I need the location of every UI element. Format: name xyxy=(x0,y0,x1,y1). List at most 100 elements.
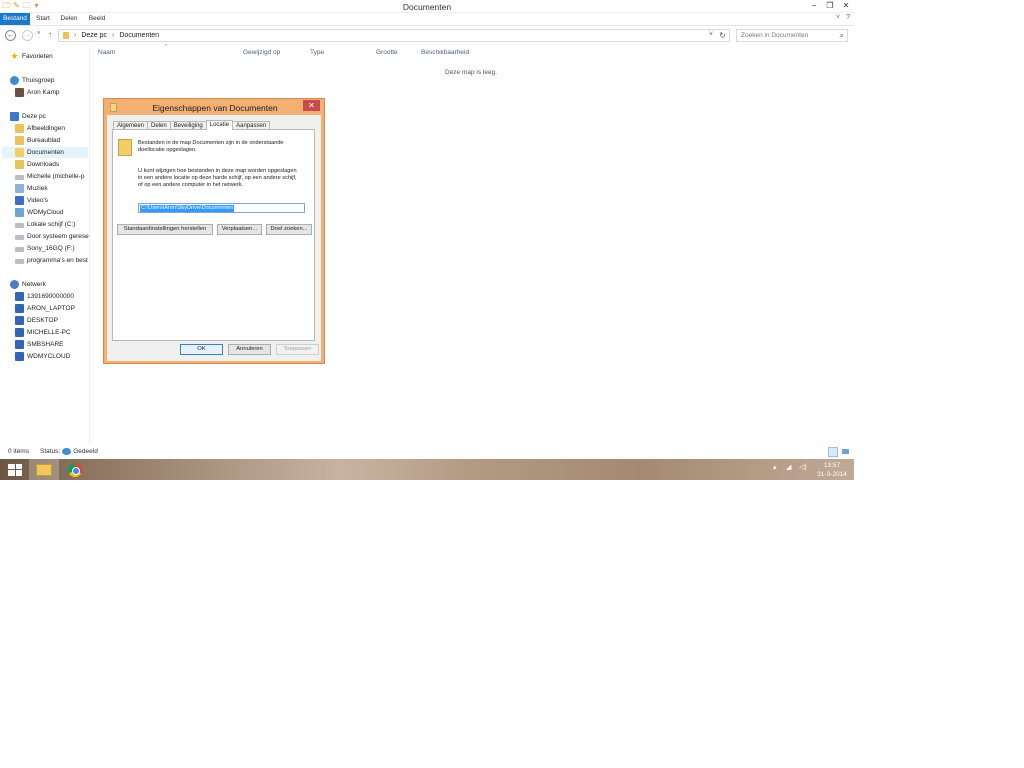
computer-icon xyxy=(15,316,24,325)
folder-icon xyxy=(63,32,69,39)
nav-label: Lokale schijf (C:) xyxy=(27,221,76,228)
star-icon: ★ xyxy=(10,51,19,61)
tab-home[interactable]: Start xyxy=(34,13,52,25)
nav-network-computer[interactable]: 1391690000000 xyxy=(15,291,74,302)
status-value: Gedeeld xyxy=(73,448,98,455)
dialog-close-button[interactable]: ✕ xyxy=(303,100,320,111)
apply-button[interactable]: Toepassen xyxy=(276,344,319,355)
status-bar: 0 items Status: Gedeeld xyxy=(0,447,854,459)
cancel-button[interactable]: Annuleren xyxy=(228,344,271,355)
taskbar: ▴ ◢ ◁) 13:57 31-3-2014 xyxy=(0,459,854,480)
text-line: Bestanden in de map Documenten zijn in d… xyxy=(138,140,284,146)
taskbar-explorer[interactable] xyxy=(29,459,59,480)
nav-label: Michelle (michelle-p xyxy=(27,173,85,180)
nav-network-drive[interactable]: Michelle (michelle-p xyxy=(15,171,89,182)
nav-this-pc[interactable]: Deze pc xyxy=(10,111,46,122)
location-path-input[interactable]: C:\Users\Aron\SkyDrive\Documenten xyxy=(138,203,305,213)
nav-wdmycloud[interactable]: WDMyCloud xyxy=(15,207,89,218)
nav-music[interactable]: Muziek xyxy=(15,183,89,194)
move-button[interactable]: Verplaatsen... xyxy=(217,224,262,235)
desktop-folder-icon xyxy=(15,136,24,145)
breadcrumb-documents[interactable]: Documenten xyxy=(119,32,159,39)
sort-indicator: ^ xyxy=(165,44,168,50)
up-button[interactable]: ↑ xyxy=(48,30,52,39)
nav-documents[interactable]: Documenten xyxy=(2,147,88,158)
column-header-name[interactable]: Naam xyxy=(98,49,115,56)
breadcrumb-this-pc[interactable]: Deze pc xyxy=(81,32,107,39)
nav-label: Afbeeldingen xyxy=(27,125,65,132)
nav-network-computer[interactable]: WDMYCLOUD xyxy=(15,351,70,362)
address-bar[interactable]: › Deze pc › Documenten ˅ ↻ xyxy=(58,29,730,42)
location-tab-panel: Bestanden in de map Documenten zijn in d… xyxy=(112,129,315,341)
tab-file[interactable]: Bestand xyxy=(0,13,30,25)
chrome-icon xyxy=(68,462,82,477)
close-button[interactable]: ✕ xyxy=(838,0,854,12)
help-icon[interactable]: ? xyxy=(846,14,850,21)
volume-icon[interactable]: ◁) xyxy=(799,463,807,471)
tab-share[interactable]: Delen xyxy=(58,13,80,25)
documents-folder-icon xyxy=(15,148,24,157)
text-line: doellocatie opgeslagen. xyxy=(138,147,197,153)
show-hidden-icons-icon[interactable]: ▴ xyxy=(773,463,777,471)
nav-label: Favorieten xyxy=(22,53,53,60)
minimize-button[interactable]: – xyxy=(806,0,822,12)
nav-pictures[interactable]: Afbeeldingen xyxy=(15,123,89,134)
search-input[interactable]: Zoeken in Documenten ⌕ xyxy=(736,29,848,42)
maximize-button[interactable]: ❐ xyxy=(822,0,838,12)
back-button[interactable]: ← xyxy=(5,30,16,41)
nav-downloads[interactable]: Downloads xyxy=(15,159,89,170)
forward-button[interactable]: → xyxy=(22,30,33,41)
nav-label: DESKTOP xyxy=(27,317,58,324)
nav-favorites[interactable]: ★ Favorieten xyxy=(10,51,53,62)
taskbar-chrome[interactable] xyxy=(60,459,90,480)
find-target-button[interactable]: Doel zoeken... xyxy=(266,224,312,235)
nav-videos[interactable]: Video's xyxy=(15,195,89,206)
explorer-window: 🗁 ✎ 🗀 ▾ Documenten – ❐ ✕ Bestand Start D… xyxy=(0,0,854,480)
hard-drive-icon xyxy=(15,223,24,228)
nav-label: Deze pc xyxy=(22,113,46,120)
nav-network-computer[interactable]: MICHELLE-PC xyxy=(15,327,71,338)
nav-label: Video's xyxy=(27,197,48,204)
column-header-availability[interactable]: Beschikbaarheid xyxy=(421,49,469,56)
nav-label: Documenten xyxy=(27,149,64,156)
column-header-modified[interactable]: Gewijzigd op xyxy=(243,49,280,56)
title-bar: 🗁 ✎ 🗀 ▾ Documenten – ❐ ✕ xyxy=(0,0,854,13)
taskbar-clock[interactable]: 13:57 31-3-2014 xyxy=(815,461,849,479)
column-header-size[interactable]: Grootte xyxy=(376,49,398,56)
start-button[interactable] xyxy=(0,459,30,480)
nav-programs-drive[interactable]: programma's en best xyxy=(15,255,89,266)
nav-network-computer[interactable]: SMBSHARE xyxy=(15,339,63,350)
ok-button[interactable]: OK xyxy=(180,344,223,355)
restore-default-button[interactable]: Standaardinstellingen herstellen xyxy=(117,224,213,235)
nav-network[interactable]: Netwerk xyxy=(10,279,46,290)
search-icon[interactable]: ⌕ xyxy=(840,31,844,41)
nav-local-disk[interactable]: Lokale schijf (C:) xyxy=(15,219,89,230)
column-header-type[interactable]: Type xyxy=(310,49,324,56)
location-change-text: U kunt wijzigen hoe bestanden in deze ma… xyxy=(138,168,297,189)
text-line: of op een andere computer in het netwerk… xyxy=(138,182,244,188)
nav-sony-drive[interactable]: Sony_16GQ (F:) xyxy=(15,243,89,254)
nav-reserved-drive[interactable]: Door systeem gerese xyxy=(15,231,89,242)
large-icons-view-button[interactable] xyxy=(841,447,851,457)
computer-icon xyxy=(15,328,24,337)
search-placeholder: Zoeken in Documenten xyxy=(741,32,809,39)
nav-network-computer[interactable]: DESKTOP xyxy=(15,315,58,326)
dialog-title: Eigenschappen van Documenten xyxy=(152,103,278,113)
location-info-text: Bestanden in de map Documenten zijn in d… xyxy=(138,140,284,154)
nav-desktop[interactable]: Bureaublad xyxy=(15,135,89,146)
nav-homegroup[interactable]: Thuisgroep xyxy=(10,75,55,86)
recent-locations-icon[interactable]: ˅ xyxy=(37,31,41,37)
details-view-button[interactable] xyxy=(828,447,838,457)
network-signal-icon[interactable]: ◢ xyxy=(786,463,791,471)
breadcrumb-separator: › xyxy=(112,32,115,39)
expand-ribbon-icon[interactable]: ˅ xyxy=(836,14,840,21)
tab-view[interactable]: Beeld xyxy=(86,13,108,25)
nav-network-computer[interactable]: ARON_LAPTOP xyxy=(15,303,75,314)
pictures-folder-icon xyxy=(15,124,24,133)
tab-location[interactable]: Locatie xyxy=(205,120,234,130)
window-title: Documenten xyxy=(402,2,452,12)
ribbon: Bestand Start Delen Beeld ˅ ? xyxy=(0,13,854,26)
nav-homegroup-user[interactable]: Aron Kamp xyxy=(15,87,60,98)
address-dropdown-icon[interactable]: ˅ xyxy=(709,31,713,38)
refresh-icon[interactable]: ↻ xyxy=(719,31,726,40)
